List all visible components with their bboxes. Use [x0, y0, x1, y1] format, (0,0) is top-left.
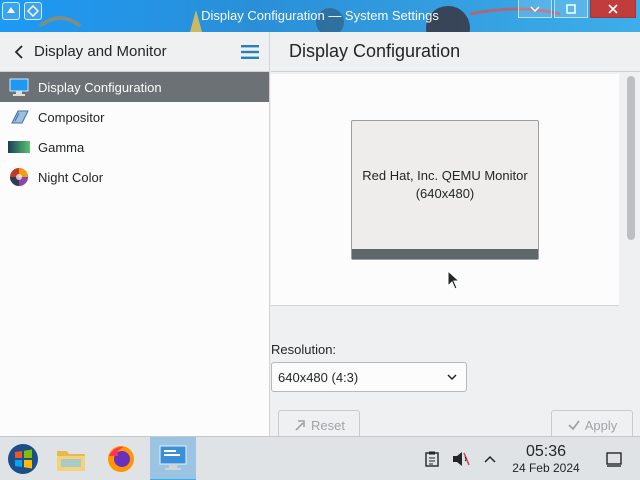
- hamburger-menu-button[interactable]: [239, 42, 261, 62]
- file-manager-button[interactable]: [48, 437, 94, 480]
- reset-label: Reset: [311, 417, 345, 433]
- sidebar-item-label: Display Configuration: [38, 79, 162, 95]
- resolution-value: 640x480 (4:3): [278, 369, 359, 385]
- sidebar-item-gamma[interactable]: Gamma: [0, 132, 269, 162]
- sidebar-item-label: Compositor: [38, 109, 105, 125]
- chevron-down-icon: [447, 374, 457, 381]
- close-icon: [608, 3, 618, 14]
- monitor-resolution: (640x480): [415, 186, 475, 201]
- resolution-label: Resolution:: [271, 342, 337, 357]
- main-content: Display Configuration Red Hat, Inc. QEMU…: [271, 32, 640, 440]
- compositor-icon: [8, 106, 30, 128]
- digital-clock[interactable]: 05:36 24 Feb 2024: [500, 443, 592, 475]
- show-desktop-button[interactable]: [604, 449, 624, 469]
- system-settings-icon: [159, 445, 187, 470]
- monitor-bottom-bar: [352, 249, 538, 259]
- close-button[interactable]: [590, 0, 636, 18]
- tray-expand-button[interactable]: [480, 449, 500, 469]
- start-menu-button[interactable]: [0, 437, 46, 480]
- monitor-preview[interactable]: Red Hat, Inc. QEMU Monitor (640x480): [351, 120, 539, 260]
- maximize-button[interactable]: [554, 0, 588, 18]
- start-menu-icon: [8, 444, 38, 474]
- mouse-cursor-icon: [447, 270, 461, 290]
- taskbar: 05:36 24 Feb 2024: [0, 436, 640, 480]
- scrollbar-thumb[interactable]: [627, 76, 635, 240]
- chevron-left-icon: [14, 44, 23, 59]
- minimize-button[interactable]: [518, 0, 552, 18]
- sidebar-title: Display and Monitor: [34, 43, 167, 60]
- system-settings-button[interactable]: [150, 437, 196, 480]
- clipboard-icon: [425, 451, 439, 467]
- clock-date: 24 Feb 2024: [512, 461, 580, 475]
- chevron-up-icon: [484, 455, 496, 463]
- page-title: Display Configuration: [271, 32, 640, 72]
- apply-label: Apply: [584, 417, 618, 433]
- maximize-icon: [566, 3, 576, 14]
- show-desktop-icon: [606, 452, 622, 467]
- file-manager-icon: [57, 451, 85, 471]
- scrollbar[interactable]: [625, 74, 637, 438]
- volume-muted-icon: [453, 452, 470, 466]
- sidebar: Display and Monitor Display Configuratio…: [0, 32, 270, 436]
- hamburger-icon: [241, 44, 259, 59]
- reset-icon: [295, 420, 305, 431]
- back-button[interactable]: [10, 43, 28, 61]
- night-color-icon: [8, 166, 30, 188]
- sidebar-item-night-color[interactable]: Night Color: [0, 162, 269, 192]
- checkmark-icon: [568, 420, 580, 431]
- volume-button[interactable]: [451, 449, 471, 469]
- sidebar-header: Display and Monitor: [0, 32, 269, 72]
- monitor-label: Red Hat, Inc. QEMU Monitor (640x480): [352, 167, 538, 203]
- sidebar-item-label: Night Color: [38, 169, 104, 185]
- clock-time: 05:36: [525, 443, 567, 460]
- title-bar: Display Configuration — System Settings: [0, 0, 640, 32]
- minimize-icon: [530, 5, 540, 12]
- resolution-select[interactable]: 640x480 (4:3): [271, 362, 467, 392]
- gamma-icon: [8, 136, 30, 158]
- sidebar-item-display-configuration[interactable]: Display Configuration: [0, 72, 269, 102]
- monitor-name: Red Hat, Inc. QEMU Monitor: [362, 168, 528, 183]
- firefox-icon: [108, 446, 134, 472]
- sidebar-item-compositor[interactable]: Compositor: [0, 102, 269, 132]
- clipboard-button[interactable]: [422, 449, 442, 469]
- sidebar-item-label: Gamma: [38, 139, 85, 155]
- display-configuration-icon: [8, 76, 30, 98]
- firefox-button[interactable]: [98, 437, 144, 480]
- display-preview-area: Red Hat, Inc. QEMU Monitor (640x480): [271, 74, 619, 306]
